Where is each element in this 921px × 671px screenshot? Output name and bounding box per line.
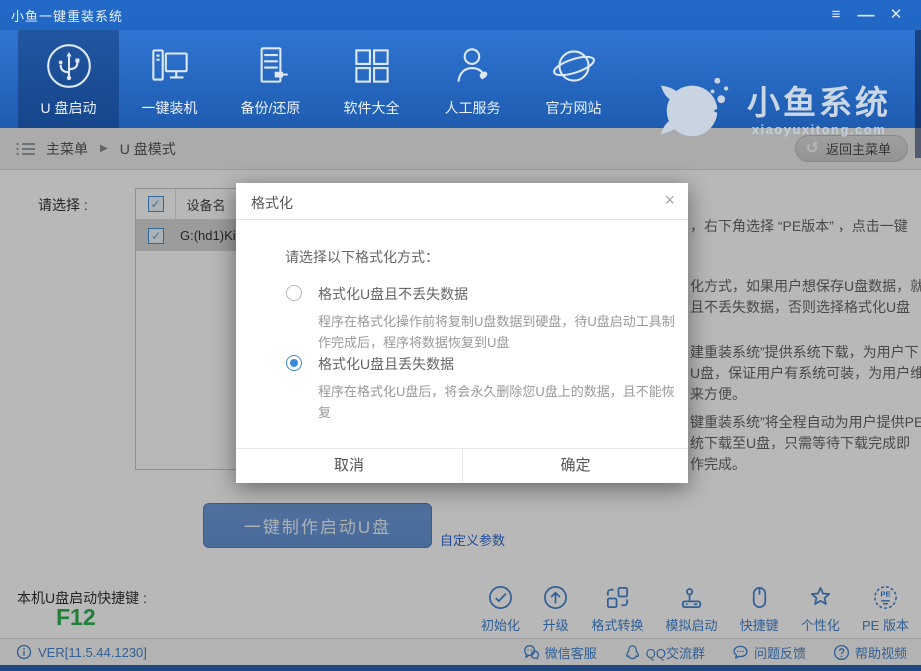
fish-logo-icon <box>649 70 739 142</box>
nav-item-one-key-install[interactable]: 一键装机 <box>119 30 220 128</box>
nav-item-label: 官方网站 <box>546 98 602 118</box>
grid-icon <box>347 41 397 91</box>
nav-bar: U 盘启动 一键装机 备份/还原 <box>0 30 921 128</box>
dialog-title: 格式化 <box>251 193 293 213</box>
format-dialog: 格式化 × 请选择以下格式化方式： 格式化U盘且不丢失数据 程序在格式化操作前将… <box>236 183 688 483</box>
format-option-lose-data: 格式化U盘且丢失数据 程序在格式化U盘后，将会永久删除您U盘上的数据，且不能恢复 <box>286 354 666 423</box>
nav-item-software-collection[interactable]: 软件大全 <box>321 30 422 128</box>
logo-text: 小鱼系统 xiaoyuxitong.com <box>747 76 891 137</box>
dialog-header: 格式化 × <box>236 183 688 220</box>
window-edge <box>915 30 921 158</box>
menu-icon[interactable]: ≡ <box>825 4 847 26</box>
format-option-keep-data: 格式化U盘且不丢失数据 程序在格式化操作前将复制U盘数据到硬盘，待U盘启动工具制… <box>286 284 666 353</box>
nav-item-human-service[interactable]: 人工服务 <box>422 30 523 128</box>
nav-item-label: U 盘启动 <box>41 98 97 118</box>
window-controls: ≡ — ✕ <box>825 4 921 26</box>
cancel-button[interactable]: 取消 <box>236 449 462 483</box>
dialog-close-icon[interactable]: × <box>664 190 675 211</box>
titlebar: 小鱼一键重装系统 ≡ — ✕ <box>0 0 921 30</box>
option-description: 程序在格式化U盘后，将会永久删除您U盘上的数据，且不能恢复 <box>318 381 676 423</box>
nav-items: U 盘启动 一键装机 备份/还原 <box>18 30 624 128</box>
nav-item-official-website[interactable]: 官方网站 <box>523 30 624 128</box>
close-icon[interactable]: ✕ <box>885 4 907 26</box>
minimize-icon[interactable]: — <box>855 4 877 26</box>
server-icon <box>246 41 296 91</box>
radio-keep-data[interactable] <box>286 285 302 301</box>
brand-logo: 小鱼系统 xiaoyuxitong.com <box>649 70 891 142</box>
radio-lose-data[interactable] <box>286 355 302 371</box>
nav-item-label: 软件大全 <box>344 98 400 118</box>
option-description: 程序在格式化操作前将复制U盘数据到硬盘，待U盘启动工具制作完成后，程序将数据恢复… <box>318 311 676 353</box>
nav-item-usb-boot[interactable]: U 盘启动 <box>18 30 119 128</box>
usb-icon <box>44 41 94 91</box>
dialog-footer: 取消 确定 <box>236 448 688 483</box>
window-title: 小鱼一键重装系统 <box>0 6 123 25</box>
nav-item-label: 备份/还原 <box>241 98 301 118</box>
computer-icon <box>145 41 195 91</box>
ok-button[interactable]: 确定 <box>462 449 688 483</box>
dialog-prompt: 请选择以下格式化方式： <box>285 247 439 267</box>
globe-icon <box>549 41 599 91</box>
option-title: 格式化U盘且丢失数据 <box>318 354 666 374</box>
nav-item-label: 一键装机 <box>142 98 198 118</box>
option-title: 格式化U盘且不丢失数据 <box>318 284 666 304</box>
logo-subtitle: xiaoyuxitong.com <box>747 122 891 137</box>
logo-title: 小鱼系统 <box>747 76 891 124</box>
app-window: 小鱼一键重装系统 ≡ — ✕ U 盘启动 <box>0 0 921 671</box>
nav-item-backup-restore[interactable]: 备份/还原 <box>220 30 321 128</box>
person-icon <box>448 41 498 91</box>
nav-item-label: 人工服务 <box>445 98 501 118</box>
